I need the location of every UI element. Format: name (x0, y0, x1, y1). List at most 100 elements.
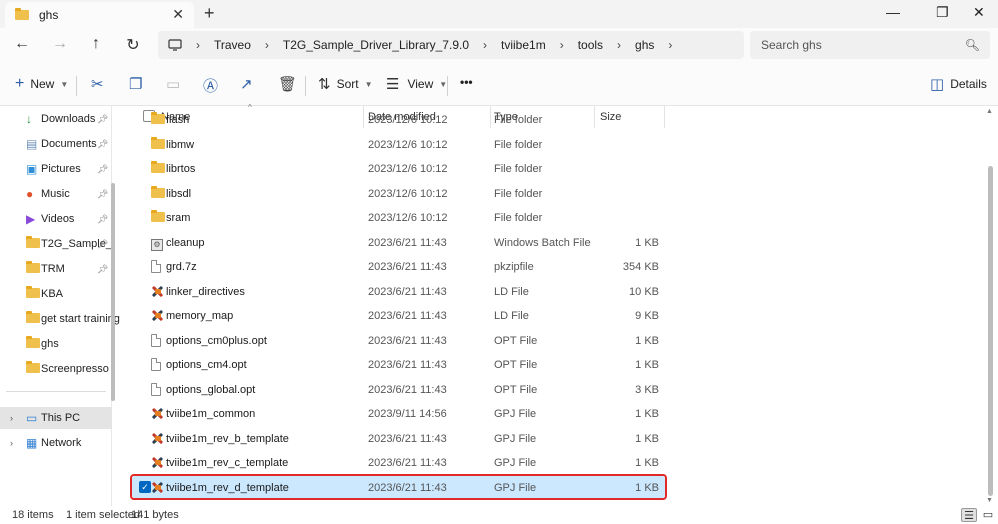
file-name: cleanup (166, 236, 205, 249)
file-date: 2023/12/6 10:12 (368, 138, 448, 151)
sidebar-item-kba[interactable]: KBA (0, 283, 112, 305)
file-list-scrollbar[interactable] (988, 166, 993, 496)
table-row[interactable]: grd.7z 2023/6/21 11:43 pkzipfile 354 KB (118, 255, 988, 279)
row-icon (151, 333, 161, 350)
delete-button[interactable]: 🗑︎ (278, 75, 297, 93)
new-button[interactable]: + New ▼ (15, 75, 68, 93)
close-window-button[interactable]: ✕ (973, 4, 985, 21)
row-icon (151, 358, 161, 374)
pin-icon: 📌︎ (97, 188, 109, 199)
up-button[interactable]: ↑ (86, 35, 106, 53)
rename-button[interactable]: Ⓐ (203, 75, 218, 96)
address-row: ← → ↑ ↻ › Traveo › T2G_Sample_Driver_Lib… (0, 28, 998, 64)
row-icon (151, 285, 164, 301)
scroll-down-icon[interactable]: ▼ (986, 497, 993, 504)
table-row[interactable]: ⚙ cleanup 2023/6/21 11:43 Windows Batch Fil… (118, 231, 988, 255)
annotation-outline (130, 473, 667, 500)
breadcrumb-ghs[interactable]: ghs (635, 38, 654, 52)
tiles-view-icon[interactable]: ▭ (980, 508, 996, 522)
table-row[interactable]: libmw 2023/12/6 10:12 File folder (118, 133, 988, 157)
new-label: New (30, 77, 55, 91)
sort-button[interactable]: ⇅ Sort ▼ (318, 75, 373, 93)
cut-button[interactable]: ✂ (91, 75, 104, 93)
breadcrumb-t2g-sample[interactable]: T2G_Sample_Driver_Library_7.9.0 (283, 38, 469, 52)
scroll-up-icon[interactable]: ▲ (986, 108, 993, 115)
folder-icon (15, 8, 29, 20)
folder-icon (26, 286, 40, 301)
file-name: libsdl (166, 187, 192, 200)
sidebar-item-label: Downloads (41, 113, 96, 125)
sort-icon: ⇅ (318, 76, 331, 93)
search-icon: 🔍︎ (964, 38, 980, 52)
table-row[interactable]: options_cm4.opt 2023/6/21 11:43 OPT File 1 … (118, 353, 988, 377)
tab-title: ghs (39, 8, 59, 22)
back-button[interactable]: ← (12, 35, 32, 53)
file-size: 1 KB (635, 408, 659, 420)
file-date: 2023/12/6 10:12 (368, 163, 448, 175)
view-button[interactable]: ☰ View ▼ (386, 75, 447, 93)
sidebar-item-documents[interactable]: ▤ Documents 📌︎ (0, 133, 112, 155)
sidebar-item-get-start-training[interactable]: get start training (0, 308, 120, 330)
pin-icon: 📌︎ (97, 238, 109, 249)
paste-button[interactable]: ▭ (166, 75, 180, 93)
file-type: OPT File (494, 383, 538, 396)
sidebar-item-this-pc[interactable]: › ▭ This PC (0, 407, 112, 429)
breadcrumb-tools[interactable]: tools (578, 38, 603, 52)
chevron-right-icon[interactable]: › (10, 413, 13, 423)
table-row[interactable]: flash 2023/12/6 10:12 File folder (118, 108, 988, 132)
sidebar-item-videos[interactable]: ▶ Videos 📌︎ (0, 208, 112, 230)
sidebar-item-downloads[interactable]: ↓ Downloads 📌︎ (0, 108, 112, 130)
table-row[interactable]: tviibe1m_common 2023/9/11 14:56 GPJ File 1 … (118, 402, 988, 426)
file-type: pkzipfile (494, 261, 534, 273)
table-row[interactable]: options_global.opt 2023/6/21 11:43 OPT Fil… (118, 378, 988, 402)
file-type: OPT File (494, 334, 538, 347)
file-date: 2023/6/21 11:43 (368, 432, 447, 445)
scissors-icon: ✂ (91, 76, 104, 93)
breadcrumb-traveo[interactable]: Traveo (214, 38, 251, 52)
tab-close-icon[interactable]: ✕ (172, 6, 184, 23)
sidebar-scrollbar[interactable] (111, 183, 115, 401)
copy-button[interactable]: ❐ (129, 75, 142, 93)
item-count: 18 items (12, 509, 54, 521)
sidebar-item-ghs[interactable]: ghs (0, 333, 112, 355)
sidebar-item-trm[interactable]: TRM 📌︎ (0, 258, 112, 280)
table-row[interactable]: sram 2023/12/6 10:12 File folder (118, 206, 988, 230)
refresh-button[interactable]: ↻ (123, 35, 143, 55)
music-icon: ● (26, 187, 34, 201)
view-label: View (407, 77, 434, 91)
minimize-button[interactable]: — (886, 4, 900, 20)
tab-ghs[interactable]: ghs ✕ (5, 2, 194, 28)
sidebar-item-network[interactable]: › ▦ Network (0, 432, 112, 454)
sidebar-item-music[interactable]: ● Music 📌︎ (0, 183, 112, 205)
share-button[interactable]: ↗ (240, 75, 253, 93)
file-name: libmw (166, 138, 195, 151)
pin-icon: 📌︎ (97, 263, 109, 274)
file-date: 2023/12/6 10:12 (368, 212, 448, 224)
search-input[interactable]: Search ghs 🔍︎ (750, 31, 990, 59)
details-button[interactable]: ◫ Details (930, 75, 987, 93)
breadcrumb-tviibe1m[interactable]: tviibe1m (501, 38, 546, 52)
file-name: librtos (166, 163, 196, 175)
address-bar[interactable]: › Traveo › T2G_Sample_Driver_Library_7.9… (158, 31, 744, 59)
table-row[interactable]: options_cm0plus.opt 2023/6/21 11:43 OPT Fi… (118, 329, 988, 353)
folder-icon (151, 136, 165, 149)
forward-button[interactable]: → (50, 35, 70, 53)
chevron-right-icon[interactable]: › (10, 438, 13, 448)
table-row[interactable]: librtos 2023/12/6 10:12 File folder (118, 157, 988, 181)
table-row[interactable]: memory_map 2023/6/21 11:43 LD File 9 KB (118, 304, 988, 328)
sidebar-item-t2g-sample[interactable]: T2G_Sample_ 📌︎ (0, 233, 112, 255)
table-row[interactable]: libsdl 2023/12/6 10:12 File folder (118, 182, 988, 206)
maximize-button[interactable]: ❐ (936, 4, 949, 21)
sidebar-item-screenpresso[interactable]: Screenpresso (0, 358, 112, 380)
sidebar-item-label: Videos (41, 213, 75, 225)
breadcrumb-chevron-icon: › (483, 38, 487, 52)
table-row[interactable]: tviibe1m_rev_c_template 2023/6/21 11:43 GP… (118, 451, 988, 475)
table-row[interactable]: ✓ tviibe1m_rev_d_template 2023/6/21 11:43 G… (118, 473, 988, 500)
new-tab-button[interactable]: + (204, 3, 215, 24)
details-view-icon[interactable]: ☰ (961, 508, 977, 522)
table-row[interactable]: tviibe1m_rev_b_template 2023/6/21 11:43 GP… (118, 427, 988, 451)
more-options-button[interactable]: ••• (460, 75, 473, 89)
file-size: 3 KB (635, 383, 659, 396)
table-row[interactable]: linker_directives 2023/6/21 11:43 LD File 1… (118, 280, 988, 304)
sidebar-item-pictures[interactable]: ▣ Pictures 📌︎ (0, 158, 112, 180)
